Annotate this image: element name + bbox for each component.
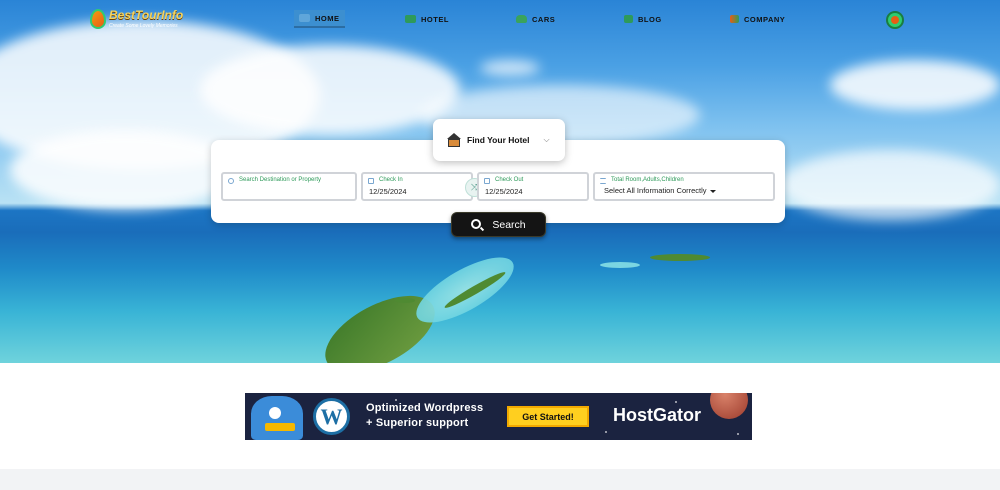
logo-name: BestTourInfo (109, 8, 184, 22)
guests-value: Select All Information Correctly (604, 186, 716, 195)
home-icon (299, 14, 310, 22)
nav-hotel-label: HOTEL (421, 14, 449, 24)
nav-blog[interactable]: BLOG (624, 10, 662, 28)
gator-mascot-icon (251, 396, 303, 440)
nav-company-label: COMPANY (744, 14, 786, 24)
ad-get-started-button[interactable]: Get Started! (507, 406, 589, 427)
tab-find-hotel[interactable]: Find Your Hotel ⌵ (433, 119, 565, 161)
logo-tagline: Create Some Lovely Memories (109, 23, 178, 29)
checkout-value: 12/25/2024 (485, 187, 523, 196)
destination-placeholder: Search Destination or Property (239, 177, 322, 183)
ad-brand: HostGator (613, 405, 702, 425)
wordpress-icon: W (313, 398, 350, 435)
checkout-label: Check Out (495, 177, 524, 183)
nav-hotel[interactable]: HOTEL (405, 10, 449, 28)
hero-banner: BestTourInfo Create Some Lovely Memories… (0, 0, 1000, 363)
caret-down-icon (709, 189, 716, 193)
nav-blog-label: BLOG (638, 14, 662, 24)
ad-subline: + Superior support (366, 417, 469, 429)
nav-cars-label: CARS (532, 14, 556, 24)
nav-home-label: HOME (315, 13, 340, 23)
nav-cars[interactable]: CARS (516, 10, 555, 28)
chevron-down-icon: ⌵ (543, 135, 550, 144)
nav-company[interactable]: COMPANY (730, 10, 785, 28)
calendar-icon (368, 178, 374, 184)
profile-avatar[interactable] (886, 11, 904, 29)
search-icon (471, 218, 485, 231)
guests-field[interactable]: Total Room,Adults,Children Select All In… (593, 172, 775, 201)
hostgator-ad-banner[interactable]: W Optimized Wordpress + Superior support… (245, 393, 752, 440)
bed-icon (405, 15, 416, 23)
hotel-icon (447, 133, 461, 147)
logo-pin-icon (90, 8, 106, 29)
car-icon (516, 15, 527, 23)
ad-headline: Optimized Wordpress (366, 402, 484, 414)
location-pin-icon (228, 178, 234, 184)
checkout-field[interactable]: Check Out 12/25/2024 (477, 172, 589, 201)
blog-icon (624, 15, 633, 23)
planet-graphic (710, 393, 748, 419)
search-button-label: Search (492, 218, 526, 231)
company-icon (730, 15, 739, 23)
search-button[interactable]: Search (451, 212, 546, 237)
nav-home[interactable]: HOME (294, 10, 345, 28)
site-logo[interactable]: BestTourInfo Create Some Lovely Memories (90, 8, 183, 29)
guests-label: Total Room,Adults,Children (611, 177, 684, 183)
checkin-value: 12/25/2024 (369, 187, 407, 196)
top-navigation: BestTourInfo Create Some Lovely Memories… (0, 0, 1000, 40)
checkin-label: Check In (379, 177, 403, 183)
calendar-icon (484, 178, 490, 184)
destination-field[interactable]: Search Destination or Property (221, 172, 357, 201)
list-icon (600, 178, 606, 184)
checkin-field[interactable]: Check In 12/25/2024 (361, 172, 473, 201)
tab-find-hotel-label: Find Your Hotel (467, 135, 530, 145)
